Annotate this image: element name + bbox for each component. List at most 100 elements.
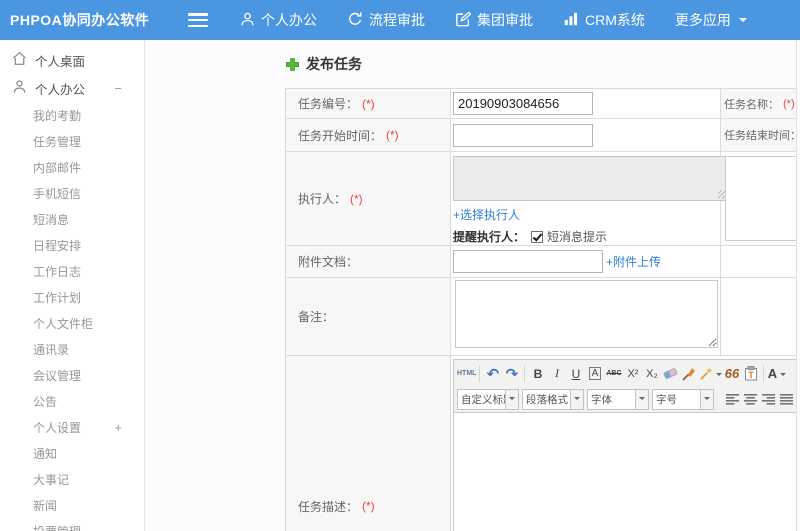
page-title: 发布任务	[306, 56, 362, 72]
sidebar-item-personal-files[interactable]: 个人文件柜	[0, 310, 144, 336]
publish-task-form: 任务编号： (*) 任务名称： (*) 任务开始时间： (*) 任务结束时间：	[285, 88, 796, 531]
bold-button[interactable]: B	[528, 363, 547, 384]
sidebar-item-news[interactable]: 新闻	[0, 492, 144, 518]
magic-wand-icon[interactable]	[699, 363, 723, 384]
sidebar-item-contacts[interactable]: 通讯录	[0, 336, 144, 362]
expand-icon[interactable]: +	[114, 420, 122, 435]
sms-checkbox[interactable]	[531, 230, 544, 243]
add-task-icon	[286, 57, 299, 71]
attachment-input[interactable]	[453, 250, 603, 273]
eraser-icon[interactable]	[661, 363, 680, 384]
sidebar-item-schedule[interactable]: 日程安排	[0, 232, 144, 258]
remark-row-right	[721, 278, 796, 355]
editor-toolbar-row2: 自定义标题 段落格式 字体 字号	[454, 387, 796, 413]
main-content: 发布任务 任务编号： (*) 任务名称： (*) 任务开始时间： (*)	[146, 40, 797, 531]
task-number-input[interactable]	[453, 92, 593, 115]
editor-body[interactable]	[454, 413, 796, 531]
underline-button[interactable]: U	[566, 363, 585, 384]
font-color-button[interactable]: A	[767, 363, 787, 384]
nav-item-personal-office[interactable]: 个人办公	[240, 10, 317, 30]
rich-text-editor: HTML ↶ ↷ B I U A ABC X² X₂ 66 T A 自定义标 段…	[453, 359, 796, 531]
required-mark: (*)	[350, 191, 363, 206]
task-name-label: 任务名称： (*)	[721, 89, 796, 118]
caret-down-icon[interactable]	[505, 390, 518, 409]
sidebar-item-personal-desktop[interactable]: 个人桌面	[0, 46, 144, 74]
font-size-select[interactable]: 字号	[652, 389, 714, 410]
caret-down-icon[interactable]	[700, 390, 713, 409]
required-mark: (*)	[386, 128, 399, 142]
nav-item-crm-system[interactable]: CRM系统	[563, 10, 645, 30]
sidebar-item-meeting-management[interactable]: 会议管理	[0, 362, 144, 388]
source-code-button[interactable]: HTML	[457, 363, 476, 384]
sidebar-item-clipped[interactable]: 投票管理	[0, 518, 144, 531]
sidebar-item-task-management[interactable]: 任务管理	[0, 128, 144, 154]
nav-item-more-apps[interactable]: 更多应用	[675, 10, 747, 30]
custom-heading-select[interactable]: 自定义标题	[457, 389, 519, 410]
caret-down-icon	[738, 18, 747, 26]
strikethrough-button[interactable]: ABC	[604, 363, 623, 384]
paste-icon[interactable]: T	[741, 363, 760, 384]
executor-box[interactable]	[453, 156, 729, 201]
executor-label: 执行人： (*)	[286, 152, 451, 245]
start-time-input[interactable]	[453, 123, 593, 147]
end-time-label: 任务结束时间： (*)	[721, 119, 796, 151]
superscript-button[interactable]: X²	[623, 363, 642, 384]
sidebar-item-mobile-sms[interactable]: 手机短信	[0, 180, 144, 206]
sidebar-item-work-plan[interactable]: 工作计划	[0, 284, 144, 310]
caret-down-icon[interactable]	[570, 390, 583, 409]
blockquote-button[interactable]: 66	[722, 363, 741, 384]
top-nav: 个人办公 流程审批 集团审批 CRM系统 更多应用	[240, 10, 777, 30]
subscript-button[interactable]: X₂	[642, 363, 661, 384]
sms-checkbox-label: 短消息提示	[547, 230, 608, 244]
format-a-button[interactable]: A	[588, 367, 602, 380]
align-center-icon[interactable]	[743, 393, 758, 406]
app-brand: PHPOA协同办公软件	[10, 12, 150, 28]
nav-item-workflow-approval[interactable]: 流程审批	[347, 10, 425, 30]
sidebar-item-work-log[interactable]: 工作日志	[0, 258, 144, 284]
sidebar: 个人桌面 个人办公 − 我的考勤 任务管理 内部邮件 手机短信 短消息 日程安排…	[0, 40, 145, 531]
remark-label: 备注：	[286, 278, 451, 355]
attachment-label: 附件文档：	[286, 246, 451, 277]
task-number-label: 任务编号： (*)	[286, 89, 451, 118]
top-navbar: PHPOA协同办公软件 个人办公 流程审批 集团审批 CRM系统 更多应用	[0, 0, 800, 40]
align-right-icon[interactable]	[761, 393, 776, 406]
sidebar-item-memorabilia[interactable]: 大事记	[0, 466, 144, 492]
menu-toggle-icon[interactable]	[188, 13, 208, 27]
remind-executor-label: 提醒执行人：	[453, 230, 526, 244]
process-icon	[347, 11, 369, 30]
paragraph-format-select[interactable]: 段落格式	[522, 389, 584, 410]
attachment-upload-link[interactable]: +附件上传	[606, 253, 661, 270]
required-mark: (*)	[362, 499, 375, 513]
nav-item-group-approval[interactable]: 集团审批	[455, 10, 533, 30]
collapse-icon[interactable]: −	[114, 81, 122, 96]
redo-icon[interactable]: ↷	[502, 363, 521, 384]
required-mark: (*)	[362, 96, 375, 111]
italic-button[interactable]: I	[547, 363, 566, 384]
chart-icon	[563, 11, 585, 30]
user-icon	[240, 11, 261, 30]
sidebar-item-announcement[interactable]: 公告	[0, 388, 144, 414]
sidebar-item-my-attendance[interactable]: 我的考勤	[0, 102, 144, 128]
svg-text:T: T	[748, 370, 754, 380]
remark-textarea[interactable]	[455, 280, 718, 348]
clipped-textarea[interactable]	[725, 156, 796, 241]
sidebar-item-personal-settings[interactable]: 个人设置 +	[0, 414, 144, 440]
font-family-select[interactable]: 字体	[587, 389, 649, 410]
format-brush-icon[interactable]	[680, 363, 699, 384]
sidebar-item-notification[interactable]: 通知	[0, 440, 144, 466]
sidebar-item-short-message[interactable]: 短消息	[0, 206, 144, 232]
executor-row-right	[721, 152, 796, 245]
editor-toolbar-row1: HTML ↶ ↷ B I U A ABC X² X₂ 66 T A	[454, 360, 796, 387]
select-executor-link[interactable]: +选择执行人	[453, 206, 520, 223]
required-mark: (*)	[783, 97, 795, 110]
sidebar-item-personal-office[interactable]: 个人办公 −	[0, 74, 144, 102]
attachment-row-right: +附件上传	[606, 246, 796, 277]
sidebar-item-internal-mail[interactable]: 内部邮件	[0, 154, 144, 180]
align-justify-icon[interactable]	[779, 393, 794, 406]
caret-down-icon[interactable]	[635, 390, 648, 409]
edit-icon	[455, 10, 477, 30]
page-header: 发布任务	[286, 54, 362, 74]
align-left-icon[interactable]	[725, 393, 740, 406]
undo-icon[interactable]: ↶	[483, 363, 502, 384]
start-time-label: 任务开始时间： (*)	[286, 119, 451, 151]
